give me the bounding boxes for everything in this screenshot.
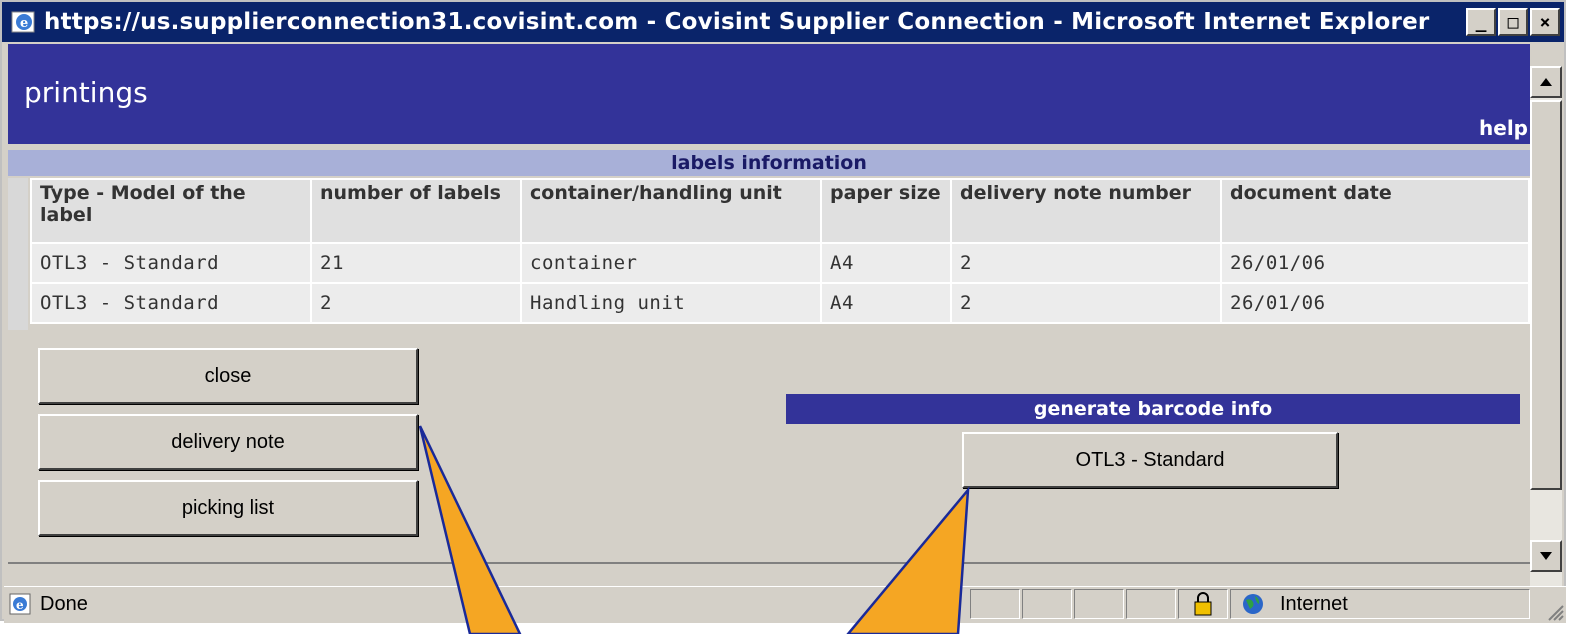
minimize-button[interactable]: _ (1466, 8, 1496, 36)
table-cell: 2 (950, 242, 1222, 284)
status-cell (1074, 589, 1124, 619)
table-cell: OTL3 - Standard (30, 242, 312, 284)
table-cell: A4 (820, 282, 952, 324)
close-button[interactable]: close (38, 348, 418, 404)
delivery-note-button[interactable]: delivery note (38, 414, 418, 470)
table-row: OTL3 - Standard 2 Handling unit A4 2 26/… (30, 282, 1530, 324)
column-header: document date (1220, 178, 1530, 244)
help-link[interactable]: help (1479, 116, 1528, 140)
divider (8, 562, 1530, 564)
security-zone-label: Internet (1280, 593, 1348, 615)
column-header: Type - Model of the label (30, 178, 312, 244)
labels-table: Type - Model of the label number of labe… (30, 178, 1530, 324)
globe-icon (1243, 594, 1263, 614)
status-bar: e Done Internet (4, 586, 1566, 623)
table-cell: Handling unit (520, 282, 822, 324)
title-bar[interactable]: e https://us.supplierconnection31.covisi… (2, 2, 1564, 42)
lock-icon (1194, 592, 1212, 616)
column-header: delivery note number (950, 178, 1222, 244)
page-title: printings (24, 76, 148, 109)
column-header: paper size (820, 178, 952, 244)
page-content: printings help labels information Type -… (8, 44, 1530, 566)
labels-information-header: labels information (8, 150, 1530, 176)
svg-text:e: e (16, 598, 24, 612)
table-header-row: Type - Model of the label number of labe… (30, 178, 1530, 244)
column-header: container/handling unit (520, 178, 822, 244)
scroll-up-button[interactable] (1530, 66, 1562, 98)
status-cell (1178, 589, 1228, 619)
status-text: Done (40, 593, 88, 615)
maximize-button[interactable]: □ (1498, 8, 1528, 36)
internet-explorer-icon: e (10, 8, 38, 36)
table-cell: container (520, 242, 822, 284)
arrow-down-icon (1540, 552, 1552, 560)
table-cell: A4 (820, 242, 952, 284)
otl3-standard-button[interactable]: OTL3 - Standard (962, 432, 1338, 488)
close-window-button[interactable]: × (1530, 8, 1560, 36)
vertical-scrollbar[interactable] (1530, 66, 1562, 602)
svg-text:e: e (20, 16, 28, 31)
page-header: printings help (8, 66, 1530, 144)
table-cell: 2 (950, 282, 1222, 324)
status-cell (970, 589, 1020, 619)
picking-list-button[interactable]: picking list (38, 480, 418, 536)
table-cell: 21 (310, 242, 522, 284)
generate-barcode-header: generate barcode info (786, 394, 1520, 424)
zone-cell (1230, 589, 1530, 619)
column-header: number of labels (310, 178, 522, 244)
page-done-icon: e (8, 591, 34, 617)
status-cell (1126, 589, 1176, 619)
table-row-stub (8, 178, 28, 330)
header-top (8, 44, 1530, 66)
table-row: OTL3 - Standard 21 container A4 2 26/01/… (30, 242, 1530, 284)
browser-window: e https://us.supplierconnection31.covisi… (0, 0, 1566, 623)
resize-grip-icon[interactable] (1544, 601, 1564, 621)
scroll-down-button[interactable] (1530, 540, 1562, 572)
table-cell: 2 (310, 282, 522, 324)
window-title: https://us.supplierconnection31.covisint… (44, 9, 1430, 35)
table-cell: 26/01/06 (1220, 282, 1530, 324)
table-cell: 26/01/06 (1220, 242, 1530, 284)
scroll-thumb[interactable] (1530, 100, 1562, 490)
arrow-up-icon (1540, 78, 1552, 86)
status-cell (1022, 589, 1072, 619)
table-cell: OTL3 - Standard (30, 282, 312, 324)
